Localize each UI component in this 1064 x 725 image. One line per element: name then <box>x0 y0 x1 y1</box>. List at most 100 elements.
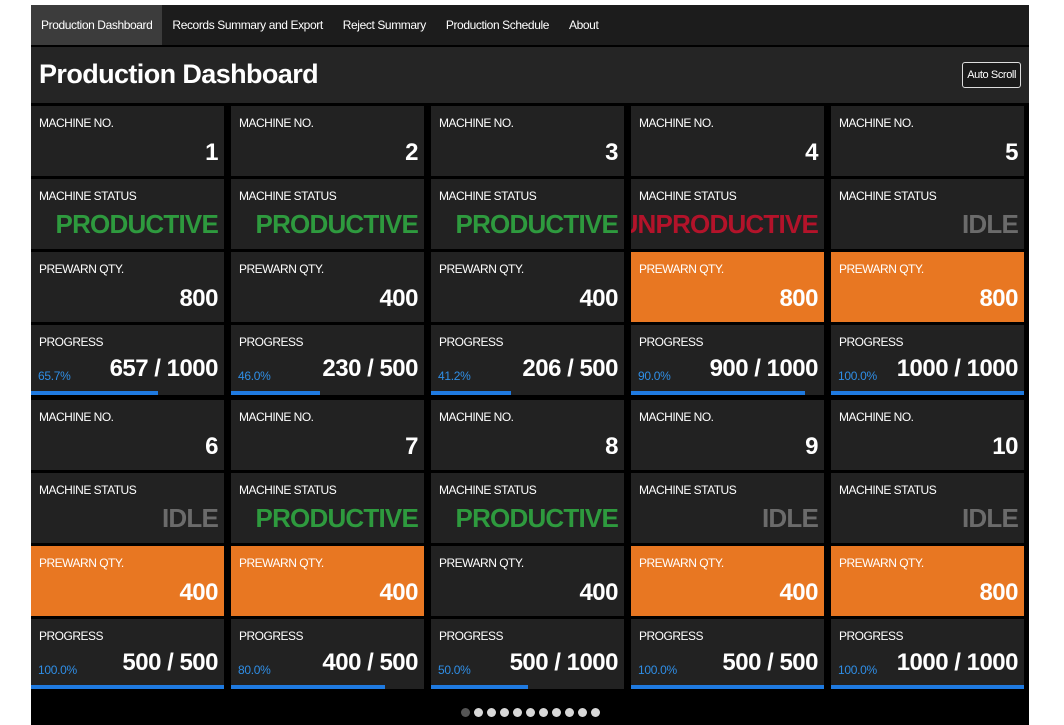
pagination-dot[interactable] <box>525 708 535 717</box>
pagination-dot[interactable] <box>473 708 483 717</box>
prewarn-label: PREWARN QTY. <box>239 556 324 570</box>
progress-value: 400 / 500 <box>322 649 418 676</box>
machine-no-label: MACHINE NO. <box>239 116 314 130</box>
pagination-dot[interactable] <box>551 708 561 717</box>
progress-tile: PROGRESS 100.0% 1000 / 1000 <box>831 619 1024 689</box>
progress-percent: 100.0% <box>838 369 877 383</box>
machine-no-label: MACHINE NO. <box>39 116 114 130</box>
machine-no-label: MACHINE NO. <box>639 410 714 424</box>
progress-label: PROGRESS <box>39 629 104 643</box>
prewarn-value: 800 <box>779 285 818 312</box>
pagination-dot[interactable] <box>512 708 522 717</box>
machine-no-label: MACHINE NO. <box>239 410 314 424</box>
machine-no-label: MACHINE NO. <box>439 116 514 130</box>
prewarn-value: 800 <box>979 579 1018 606</box>
prewarn-tile: PREWARN QTY. 400 <box>431 252 624 322</box>
machine-card: MACHINE NO. 2 MACHINE STATUS PRODUCTIVE PREW… <box>231 106 424 395</box>
machine-status-value: PRODUCTIVE <box>455 503 619 533</box>
machine-no-tile: MACHINE NO. 4 <box>631 106 824 176</box>
progress-value: 1000 / 1000 <box>896 649 1019 676</box>
machine-status-label: MACHINE STATUS <box>839 483 937 497</box>
progress-percent: 80.0% <box>238 663 271 677</box>
progress-tile: PROGRESS 65.7% 657 / 1000 <box>31 325 224 395</box>
progress-percent: 100.0% <box>38 663 77 677</box>
machine-status-tile: MACHINE STATUS IDLE <box>631 473 824 543</box>
machine-no-tile: MACHINE NO. 1 <box>31 106 224 176</box>
prewarn-tile: PREWARN QTY. 800 <box>831 546 1024 616</box>
pagination-dot[interactable] <box>460 708 470 717</box>
pagination-dot[interactable] <box>590 708 600 717</box>
prewarn-tile: PREWARN QTY. 400 <box>231 546 424 616</box>
progress-label: PROGRESS <box>439 335 504 349</box>
machine-no-value: 7 <box>405 433 418 460</box>
machine-status-tile: MACHINE STATUS PRODUCTIVE <box>231 473 424 543</box>
machine-status-tile: MACHINE STATUS PRODUCTIVE <box>431 473 624 543</box>
progress-bar <box>31 685 224 689</box>
progress-label: PROGRESS <box>239 629 304 643</box>
progress-tile: PROGRESS 90.0% 900 / 1000 <box>631 325 824 395</box>
machine-status-value: IDLE <box>761 503 819 533</box>
progress-label: PROGRESS <box>639 335 704 349</box>
machine-status-tile: MACHINE STATUS UNPRODUCTIVE <box>631 179 824 249</box>
dashboard-frame: Production Dashboard Records Summary and … <box>31 5 1029 725</box>
machine-status-value: UNPRODUCTIVE <box>631 209 819 239</box>
progress-value: 1000 / 1000 <box>896 355 1019 382</box>
prewarn-label: PREWARN QTY. <box>439 556 524 570</box>
machine-card: MACHINE NO. 7 MACHINE STATUS PRODUCTIVE PREW… <box>231 400 424 689</box>
prewarn-tile: PREWARN QTY. 400 <box>431 546 624 616</box>
machine-no-label: MACHINE NO. <box>839 116 914 130</box>
progress-bar <box>431 685 528 689</box>
pagination-dot[interactable] <box>577 708 587 717</box>
progress-tile: PROGRESS 100.0% 500 / 500 <box>631 619 824 689</box>
progress-value: 657 / 1000 <box>109 355 219 382</box>
progress-percent: 100.0% <box>838 663 877 677</box>
machine-no-value: 9 <box>805 433 818 460</box>
machine-card: MACHINE NO. 6 MACHINE STATUS IDLE PREWARN QT… <box>31 400 224 689</box>
machine-card: MACHINE NO. 5 MACHINE STATUS IDLE PREWARN QT… <box>831 106 1024 395</box>
prewarn-tile: PREWARN QTY. 400 <box>31 546 224 616</box>
machine-status-label: MACHINE STATUS <box>439 483 537 497</box>
nav-item-about[interactable]: About <box>559 5 608 45</box>
machine-status-tile: MACHINE STATUS PRODUCTIVE <box>31 179 224 249</box>
progress-tile: PROGRESS 80.0% 400 / 500 <box>231 619 424 689</box>
progress-bar <box>831 685 1024 689</box>
machine-status-label: MACHINE STATUS <box>439 189 537 203</box>
prewarn-label: PREWARN QTY. <box>39 262 124 276</box>
pagination-dot[interactable] <box>564 708 574 717</box>
machine-no-tile: MACHINE NO. 8 <box>431 400 624 470</box>
machine-status-value: PRODUCTIVE <box>55 209 219 239</box>
prewarn-label: PREWARN QTY. <box>39 556 124 570</box>
progress-tile: PROGRESS 50.0% 500 / 1000 <box>431 619 624 689</box>
progress-bar <box>831 391 1024 395</box>
prewarn-label: PREWARN QTY. <box>639 262 724 276</box>
machine-no-tile: MACHINE NO. 2 <box>231 106 424 176</box>
page-title: Production Dashboard <box>39 59 319 89</box>
progress-bar <box>431 391 511 395</box>
pagination-dot[interactable] <box>486 708 496 717</box>
progress-label: PROGRESS <box>39 335 104 349</box>
prewarn-tile: PREWARN QTY. 800 <box>831 252 1024 322</box>
progress-tile: PROGRESS 100.0% 500 / 500 <box>31 619 224 689</box>
progress-value: 500 / 1000 <box>509 649 619 676</box>
machine-no-tile: MACHINE NO. 5 <box>831 106 1024 176</box>
progress-label: PROGRESS <box>839 335 904 349</box>
machine-no-value: 4 <box>805 139 818 166</box>
progress-value: 500 / 500 <box>722 649 818 676</box>
auto-scroll-button[interactable]: Auto Scroll <box>962 62 1021 88</box>
nav-item-records-summary-and-export[interactable]: Records Summary and Export <box>162 5 332 45</box>
machine-no-value: 2 <box>405 139 418 166</box>
progress-percent: 100.0% <box>638 663 677 677</box>
pagination-dot[interactable] <box>499 708 509 717</box>
progress-percent: 90.0% <box>638 369 671 383</box>
nav-item-production-dashboard[interactable]: Production Dashboard <box>31 5 163 45</box>
prewarn-label: PREWARN QTY. <box>239 262 324 276</box>
machine-no-label: MACHINE NO. <box>439 410 514 424</box>
nav-item-reject-summary[interactable]: Reject Summary <box>333 5 436 45</box>
prewarn-value: 400 <box>779 579 818 606</box>
nav-item-production-schedule[interactable]: Production Schedule <box>436 5 559 45</box>
machine-card: MACHINE NO. 9 MACHINE STATUS IDLE PREWARN QT… <box>631 400 824 689</box>
machine-card: MACHINE NO. 8 MACHINE STATUS PRODUCTIVE PREW… <box>431 400 624 689</box>
pagination-dot[interactable] <box>538 708 548 717</box>
pagination-dots <box>31 708 1029 717</box>
machine-status-value: IDLE <box>961 503 1019 533</box>
